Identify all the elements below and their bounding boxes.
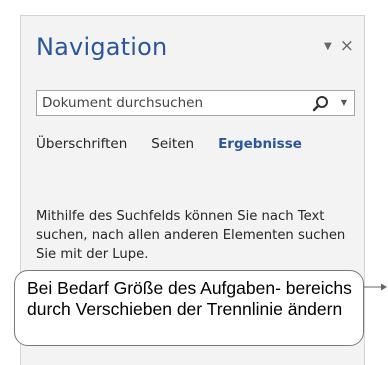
results-hint-text: Mithilfe des Suchfelds können Sie nach T…	[36, 209, 346, 262]
tab-results[interactable]: Ergebnisse	[218, 136, 302, 152]
close-icon[interactable]: ×	[340, 38, 354, 55]
pane-controls: ▼ ×	[324, 38, 354, 55]
tab-pages[interactable]: Seiten	[151, 136, 194, 152]
tab-headings[interactable]: Überschriften	[36, 136, 127, 152]
pane-title: Navigation	[36, 33, 168, 61]
search-icon[interactable]	[312, 95, 330, 113]
search-input[interactable]	[42, 93, 304, 113]
tab-bar: Überschriften Seiten Ergebnisse	[36, 136, 302, 152]
callout-annotation: Bei Bedarf Größe des Aufgaben- bereichs …	[14, 270, 364, 346]
chevron-down-icon[interactable]: ▼	[341, 98, 347, 107]
arrow-icon	[364, 283, 387, 291]
pane-options-icon[interactable]: ▼	[324, 41, 332, 52]
search-box[interactable]: ▼	[36, 90, 355, 116]
